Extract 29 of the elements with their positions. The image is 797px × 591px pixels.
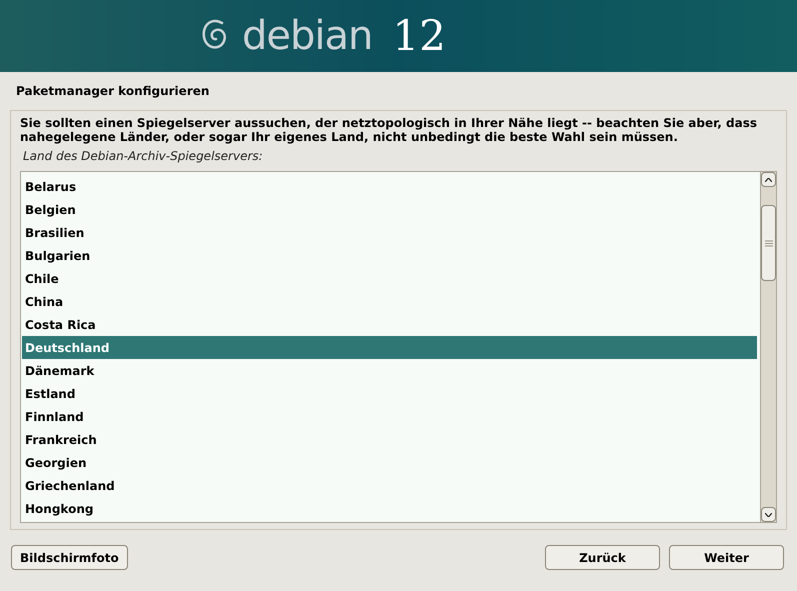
- country-item[interactable]: Georgien: [22, 451, 757, 474]
- country-item[interactable]: Griechenland: [22, 474, 757, 497]
- country-item[interactable]: Frankreich: [22, 428, 757, 451]
- country-item[interactable]: China: [22, 290, 757, 313]
- country-item[interactable]: Hongkong: [22, 497, 757, 520]
- country-item[interactable]: Estland: [22, 382, 757, 405]
- grip-icon: [764, 240, 772, 246]
- country-item[interactable]: Chile: [22, 267, 757, 290]
- country-item[interactable]: Bulgarien: [22, 244, 757, 267]
- scroll-up-button[interactable]: [761, 172, 776, 187]
- screenshot-button[interactable]: Bildschirmfoto: [11, 545, 128, 570]
- country-item[interactable]: Finnland: [22, 405, 757, 428]
- scroll-down-button[interactable]: [761, 507, 776, 522]
- country-item[interactable]: Deutschland: [22, 336, 757, 359]
- country-item[interactable]: Belgien: [22, 198, 757, 221]
- scrollbar[interactable]: [760, 172, 776, 522]
- country-item[interactable]: Belarus: [22, 175, 757, 198]
- logo-text: debian: [242, 16, 372, 56]
- country-item[interactable]: Dänemark: [22, 359, 757, 382]
- scroll-thumb[interactable]: [761, 205, 776, 281]
- country-item[interactable]: Costa Rica: [22, 313, 757, 336]
- back-button[interactable]: Zurück: [545, 545, 660, 570]
- list-label: Land des Debian-Archiv-Spiegelservers:: [23, 148, 264, 165]
- description-text: Sie sollten einen Spiegelserver aussuchen, der netztopologisch in Ihrer Nähe liegt -- beachten Sie aber, dass nahegelegene Länder, oder sogar Ihr eigenes Land, nicht unbedingt die beste Wahl sein müssen.: [20, 116, 758, 144]
- country-list[interactable]: Belarus Belgien Brasilien Bulgarien Chile China Costa Rica Deutschland Dänemark Estland Finnland Frankreich Georgien Griechenland Hongkong: [20, 171, 777, 523]
- version-text: 12: [392, 15, 446, 57]
- country-item[interactable]: Brasilien: [22, 221, 757, 244]
- step-title: Paketmanager konfigurieren: [16, 83, 210, 100]
- next-button[interactable]: Weiter: [669, 545, 784, 570]
